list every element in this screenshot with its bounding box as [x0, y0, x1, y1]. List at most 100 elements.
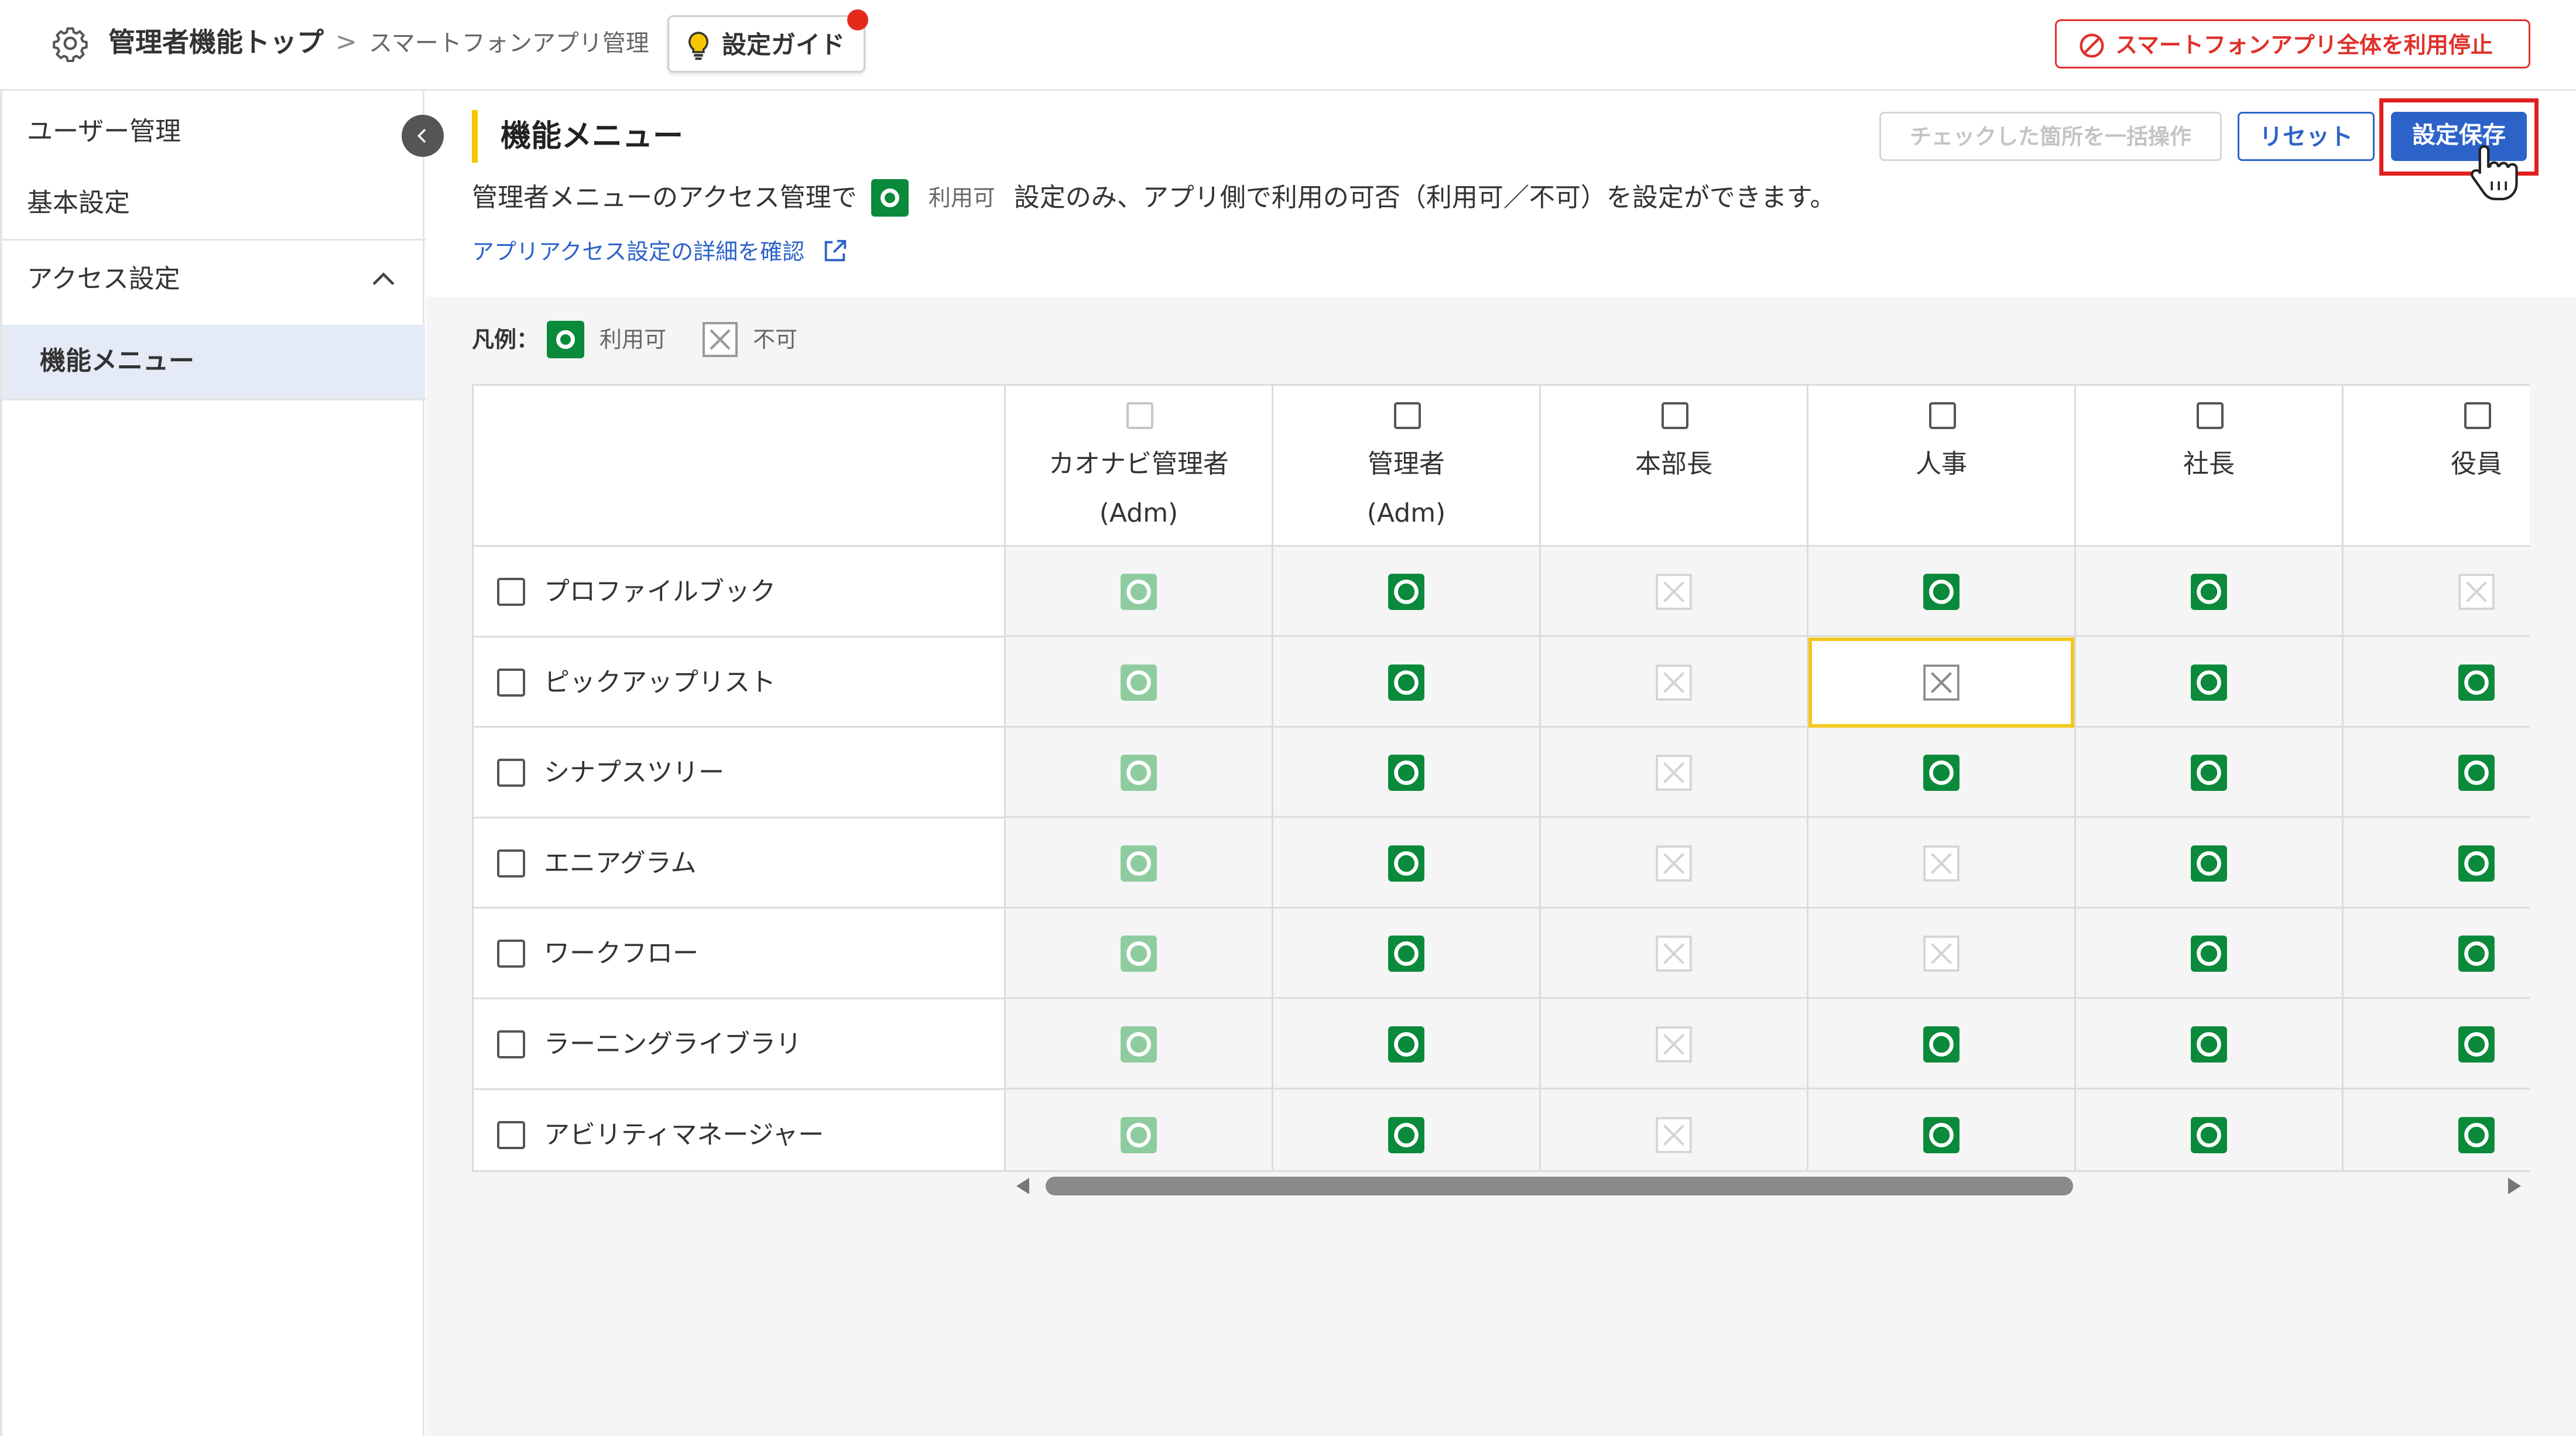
sidebar-item-user-management[interactable]: ユーザー管理 — [27, 114, 181, 149]
permission-cell[interactable] — [1006, 637, 1272, 728]
permission-cell[interactable] — [1006, 1089, 1272, 1170]
circle-check-icon — [1923, 1116, 1960, 1153]
sidebar-item-feature-menu[interactable]: 機能メニュー — [2, 325, 425, 399]
row-label: ピックアップリスト — [544, 667, 776, 697]
row-divider — [474, 816, 1004, 818]
column-checkbox[interactable] — [1662, 402, 1688, 429]
stop-all-app-label: スマートフォンアプリ全体を利用停止 — [2115, 32, 2493, 58]
x-box-icon — [1923, 845, 1960, 882]
circle-check-icon — [1121, 664, 1157, 701]
permission-cell[interactable] — [1273, 728, 1539, 818]
sidebar-collapse-button[interactable] — [402, 115, 444, 157]
permission-cell[interactable] — [1006, 818, 1272, 909]
column-header: 役員 — [2344, 386, 2530, 547]
row-divider — [474, 1088, 1004, 1090]
permission-cell[interactable] — [2076, 818, 2342, 909]
permission-cell[interactable] — [2344, 909, 2530, 999]
row-divider — [474, 907, 1004, 909]
permission-cell[interactable] — [1808, 1089, 2074, 1170]
row-checkbox[interactable] — [497, 849, 525, 878]
permission-cell[interactable] — [1273, 909, 1539, 999]
circle-check-icon — [2191, 574, 2227, 610]
chevron-up-icon[interactable] — [370, 270, 397, 287]
circle-check-icon — [1121, 1116, 1157, 1153]
breadcrumb-root[interactable]: 管理者機能トップ — [108, 23, 324, 61]
row-checkbox[interactable] — [497, 759, 525, 787]
sidebar-divider — [2, 239, 427, 241]
x-box-icon — [1656, 664, 1692, 701]
permission-cell[interactable] — [1808, 728, 2074, 818]
permission-cell[interactable] — [2344, 818, 2530, 909]
permission-cell[interactable] — [2344, 999, 2530, 1089]
stop-all-app-button[interactable]: スマートフォンアプリ全体を利用停止 — [2055, 19, 2530, 68]
scroll-right-arrow[interactable] — [2508, 1178, 2521, 1194]
external-link-icon[interactable] — [821, 238, 848, 265]
reset-button[interactable]: リセット — [2238, 112, 2375, 161]
horizontal-scrollbar[interactable] — [1010, 1173, 2529, 1199]
column-header: 社長 — [2076, 386, 2342, 547]
permission-cell[interactable] — [2076, 728, 2342, 818]
scrollbar-thumb[interactable] — [1046, 1177, 2073, 1195]
column-checkbox[interactable] — [1394, 402, 1421, 429]
permission-cell[interactable] — [1808, 909, 2074, 999]
permission-cell[interactable] — [1541, 1089, 1807, 1170]
permission-cell[interactable] — [1006, 728, 1272, 818]
column-checkbox[interactable] — [2197, 402, 2224, 429]
permission-cell[interactable] — [1541, 818, 1807, 909]
row-checkbox[interactable] — [497, 668, 525, 697]
circle-check-icon — [2458, 845, 2495, 882]
chevron-left-icon — [417, 129, 426, 143]
permission-cell[interactable] — [1808, 818, 2074, 909]
column-checkbox[interactable] — [1929, 402, 1956, 429]
permission-cell[interactable] — [1541, 999, 1807, 1089]
description-after: 設定のみ、アプリ側で利用の可否（利用可／不可）を設定ができます。 — [1013, 183, 1836, 213]
permission-cell[interactable] — [2076, 1089, 2342, 1170]
scroll-left-arrow[interactable] — [1016, 1178, 1029, 1194]
setup-guide-button[interactable]: 設定ガイド — [667, 15, 865, 73]
column-checkbox[interactable] — [2464, 402, 2491, 429]
column-checkbox — [1126, 402, 1153, 429]
permission-cell[interactable] — [1273, 818, 1539, 909]
row-header-column: プロファイルブック ピックアップリスト シナプスツリー エニアグラム ワークフロー ラーニ… — [472, 384, 1006, 1172]
permission-cell[interactable] — [1006, 547, 1272, 637]
row-divider — [474, 726, 1004, 728]
permission-cell[interactable] — [2076, 909, 2342, 999]
permission-cell[interactable] — [1273, 1089, 1539, 1170]
sidebar-item-basic-settings[interactable]: 基本設定 — [27, 186, 130, 221]
circle-check-icon — [2191, 755, 2227, 791]
permission-cell[interactable] — [1808, 999, 2074, 1089]
permission-cell[interactable] — [2076, 999, 2342, 1089]
row-checkbox[interactable] — [497, 1030, 525, 1058]
permission-cell[interactable] — [2076, 547, 2342, 637]
permission-cell[interactable] — [1273, 547, 1539, 637]
permission-cell[interactable] — [1273, 999, 1539, 1089]
permission-cell[interactable] — [1541, 728, 1807, 818]
permission-cell[interactable] — [1273, 637, 1539, 728]
permission-cell[interactable] — [1541, 909, 1807, 999]
permission-cell[interactable] — [2076, 637, 2342, 728]
circle-check-icon — [1121, 755, 1157, 791]
x-box-icon — [1656, 845, 1692, 882]
x-box-icon — [1656, 755, 1692, 791]
access-settings-detail-link[interactable]: アプリアクセス設定の詳細を確認 — [472, 235, 804, 268]
permission-cell[interactable] — [1006, 999, 1272, 1089]
page-title: 機能メニュー — [501, 119, 684, 154]
legend-ng-label: 不可 — [753, 327, 798, 352]
permission-cell[interactable] — [2344, 637, 2530, 728]
description-badge-label: 利用可 — [928, 185, 995, 211]
permission-cell[interactable] — [1006, 909, 1272, 999]
circle-check-icon — [1388, 935, 1424, 972]
permission-cell[interactable] — [2344, 547, 2530, 637]
permission-cell[interactable] — [1808, 637, 2074, 728]
permission-cell[interactable] — [1541, 547, 1807, 637]
permission-cell[interactable] — [2344, 1089, 2530, 1170]
row-checkbox[interactable] — [497, 940, 525, 968]
gear-icon[interactable] — [52, 25, 89, 62]
row-checkbox[interactable] — [497, 578, 525, 606]
row-checkbox[interactable] — [497, 1120, 525, 1149]
sidebar-section-access-settings[interactable]: アクセス設定 — [27, 262, 180, 297]
row-label: シナプスツリー — [544, 758, 724, 788]
permission-cell[interactable] — [2344, 728, 2530, 818]
permission-cell[interactable] — [1541, 637, 1807, 728]
permission-cell[interactable] — [1808, 547, 2074, 637]
